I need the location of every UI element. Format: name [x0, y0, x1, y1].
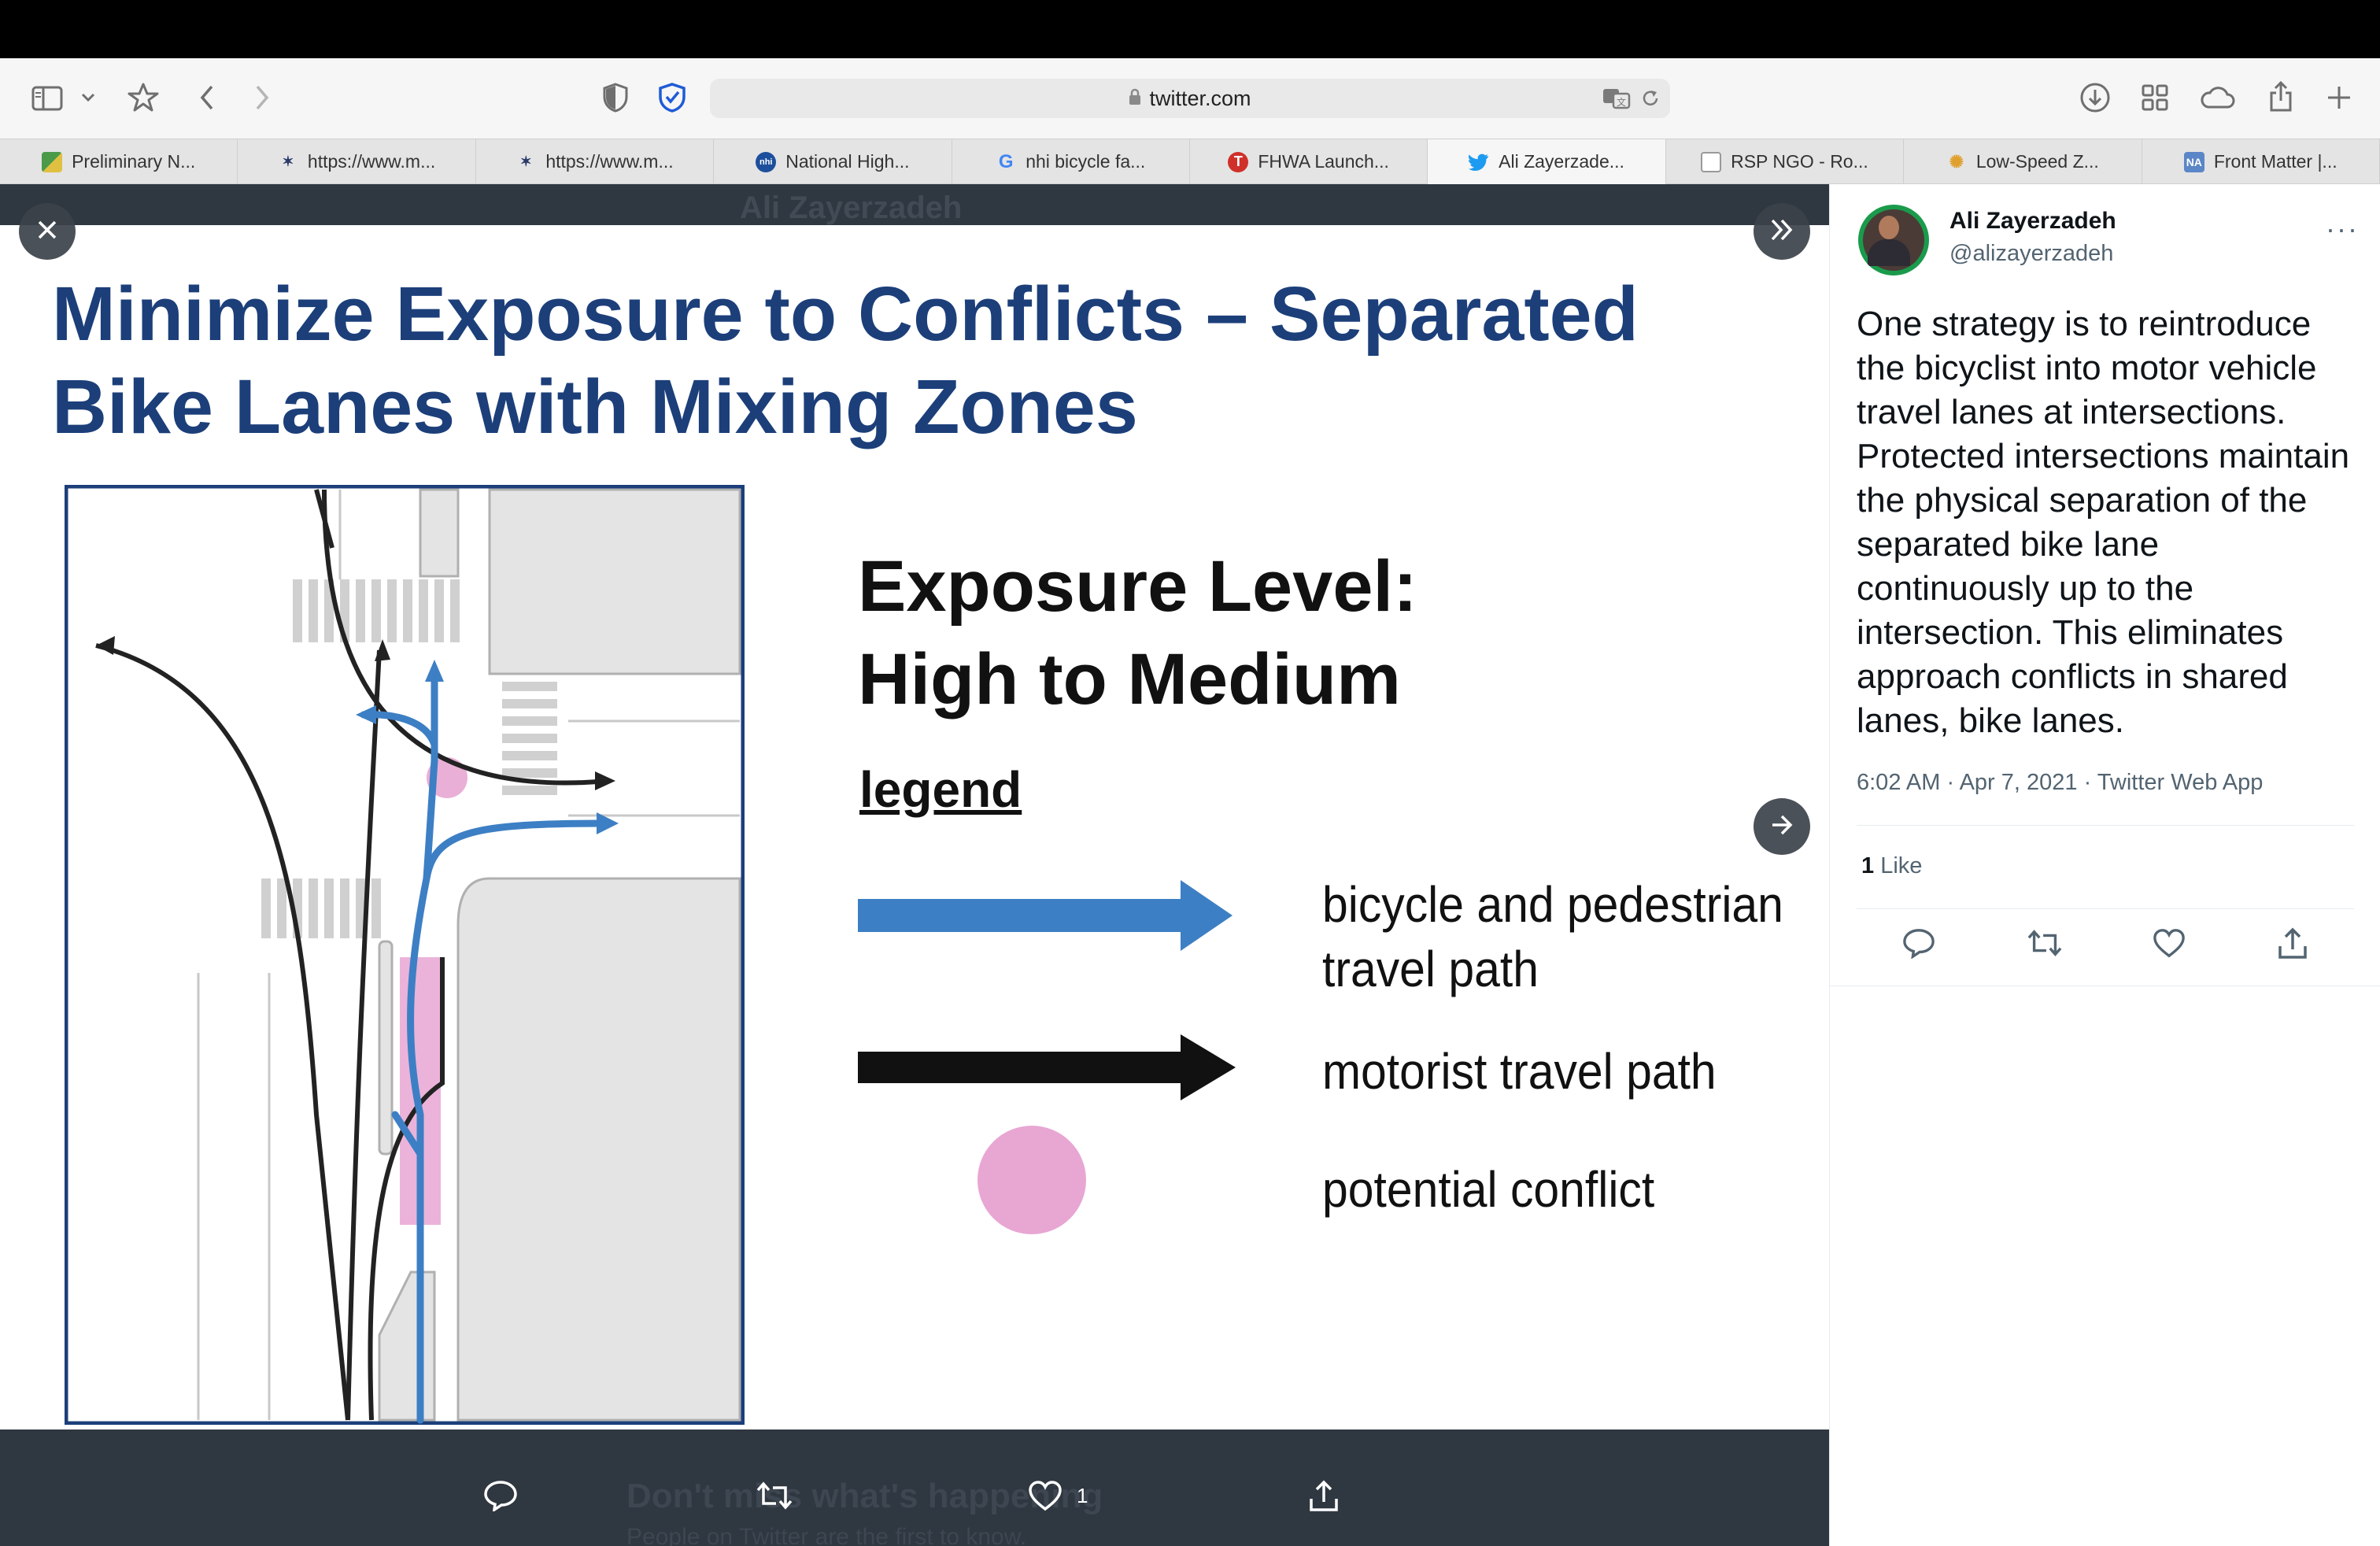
retweet-icon: [2027, 927, 2063, 959]
tab-link-2[interactable]: ✶ https://www.m...: [476, 139, 715, 184]
divider: [1857, 908, 2354, 909]
avatar[interactable]: [1858, 205, 1929, 276]
tab-fhwa[interactable]: T FHWA Launch...: [1190, 139, 1428, 184]
compass-favicon-icon: ✶: [519, 153, 532, 169]
google-favicon-icon: G: [998, 150, 1014, 172]
tab-low-speed[interactable]: ✺ Low-Speed Z...: [1904, 139, 2142, 184]
tab-preliminary[interactable]: Preliminary N...: [0, 139, 238, 184]
url-text: twitter.com: [1149, 86, 1251, 110]
svg-text:文: 文: [1617, 96, 1626, 108]
tweet-text: One strategy is to reintroduce the bicyc…: [1857, 305, 2350, 740]
media-action-bar: Don't miss what's happening People on Tw…: [0, 1429, 1829, 1546]
close-icon: [36, 219, 58, 245]
legend-label: legend: [859, 761, 1022, 818]
double-chevron-right-icon: [1769, 218, 1794, 246]
tab-link-1[interactable]: ✶ https://www.m...: [238, 139, 476, 184]
tab-rsp-ngo[interactable]: RSP NGO - Ro...: [1666, 139, 1905, 184]
display-name[interactable]: Ali Zayerzadeh: [1949, 208, 2116, 235]
tab-google-search[interactable]: G nhi bicycle fa...: [952, 139, 1190, 184]
like-button[interactable]: 1: [1028, 1480, 1088, 1511]
menu-bar: [0, 0, 2380, 58]
user-handle[interactable]: @alizayerzadeh: [1949, 241, 2113, 267]
media-viewer: Ali Zayerzadeh Minimize Exposure to Conf…: [0, 184, 1829, 1546]
star-icon[interactable]: [126, 80, 161, 115]
tweet-panel: Ali Zayerzadeh @alizayerzadeh ··· One st…: [1829, 184, 2380, 1546]
new-tab-icon[interactable]: [2323, 82, 2355, 113]
slide-image: Minimize Exposure to Conflicts – Separat…: [0, 225, 1829, 1429]
background-profile-name: Ali Zayerzadeh: [740, 190, 963, 225]
motorist-path-arrow-icon: [858, 1034, 1236, 1100]
retweet-icon: [756, 1480, 793, 1511]
upload-icon: [1308, 1480, 1340, 1513]
tweet-like-button[interactable]: [2153, 927, 2186, 959]
like-stats[interactable]: 1 Like: [1861, 853, 1922, 879]
dots-favicon-icon: ✺: [1949, 151, 1964, 172]
share-tweet-button[interactable]: [1308, 1480, 1340, 1513]
bike-path-arrow-icon: [858, 880, 1232, 951]
bitwarden-shield-icon[interactable]: [656, 80, 688, 115]
icloud-icon[interactable]: [2197, 82, 2237, 113]
next-image-button[interactable]: [1754, 798, 1810, 855]
chevron-down-icon[interactable]: [79, 88, 98, 107]
reply-button[interactable]: [483, 1480, 518, 1511]
legend-motorist-text: motorist travel path: [1322, 1043, 1717, 1100]
heart-icon: [2153, 927, 2186, 959]
tab-bar: Preliminary N... ✶ https://www.m... ✶ ht…: [0, 139, 2380, 184]
tab-national-high[interactable]: nhi National High...: [714, 139, 952, 184]
divider: [1857, 825, 2354, 826]
more-options-button[interactable]: ···: [2326, 213, 2359, 246]
reply-icon: [1902, 927, 1935, 959]
lock-icon: [1129, 87, 1141, 111]
address-bar[interactable]: twitter.com 文: [710, 79, 1670, 118]
slide-title: Minimize Exposure to Conflicts – Separat…: [52, 271, 1639, 449]
arrow-right-icon: [1770, 815, 1794, 839]
reload-icon[interactable]: [1639, 87, 1662, 110]
screen: twitter.com 文 Preliminary N... ✶ https:/…: [0, 0, 2380, 1546]
tweet-reply-button[interactable]: [1902, 927, 1935, 959]
login-banner-subtitle: People on Twitter are the first to know.: [626, 1524, 1027, 1546]
heart-icon: [1028, 1480, 1062, 1511]
like-count: 1: [1077, 1483, 1088, 1507]
tweet-retweet-button[interactable]: [2027, 927, 2063, 959]
close-button[interactable]: [19, 203, 76, 260]
tweet-timestamp[interactable]: 6:02 AM · Apr 7, 2021 · Twitter Web App: [1857, 770, 2263, 796]
expand-panel-button[interactable]: [1754, 203, 1810, 260]
conflict-dot-icon: [978, 1126, 1086, 1234]
intersection-diagram: [65, 485, 745, 1425]
download-icon[interactable]: [2078, 80, 2112, 115]
t-favicon-icon: T: [1228, 151, 1249, 172]
nhi-favicon-icon: nhi: [756, 151, 777, 172]
map-favicon-icon: [42, 151, 63, 172]
upload-icon: [2277, 927, 2308, 960]
tab-overview-icon[interactable]: [2139, 82, 2171, 113]
twitter-favicon-icon: [1469, 152, 1489, 172]
tab-twitter[interactable]: Ali Zayerzade...: [1428, 139, 1666, 184]
sidebar-icon[interactable]: [30, 82, 65, 115]
forward-icon[interactable]: [250, 82, 274, 113]
compass-favicon-icon: ✶: [282, 153, 294, 169]
tab-front-matter[interactable]: NA Front Matter |...: [2142, 139, 2380, 184]
retweet-button[interactable]: [756, 1480, 793, 1511]
translate-icon[interactable]: 文: [1601, 85, 1632, 112]
tweet-share-button[interactable]: [2277, 927, 2308, 960]
back-icon[interactable]: [195, 82, 219, 113]
privacy-shield-icon[interactable]: [600, 80, 631, 115]
legend-conflict-text: potential conflict: [1322, 1161, 1655, 1218]
legend-bike-text: bicycle and pedestrian travel path: [1322, 876, 1783, 997]
exposure-level-heading: Exposure Level: High to Medium: [858, 546, 1417, 719]
browser-toolbar: twitter.com 文: [0, 58, 2380, 139]
share-icon[interactable]: [2265, 77, 2297, 115]
na-favicon-icon: NA: [2183, 151, 2204, 172]
reply-icon: [483, 1480, 518, 1511]
doc-favicon-icon: [1701, 151, 1722, 172]
